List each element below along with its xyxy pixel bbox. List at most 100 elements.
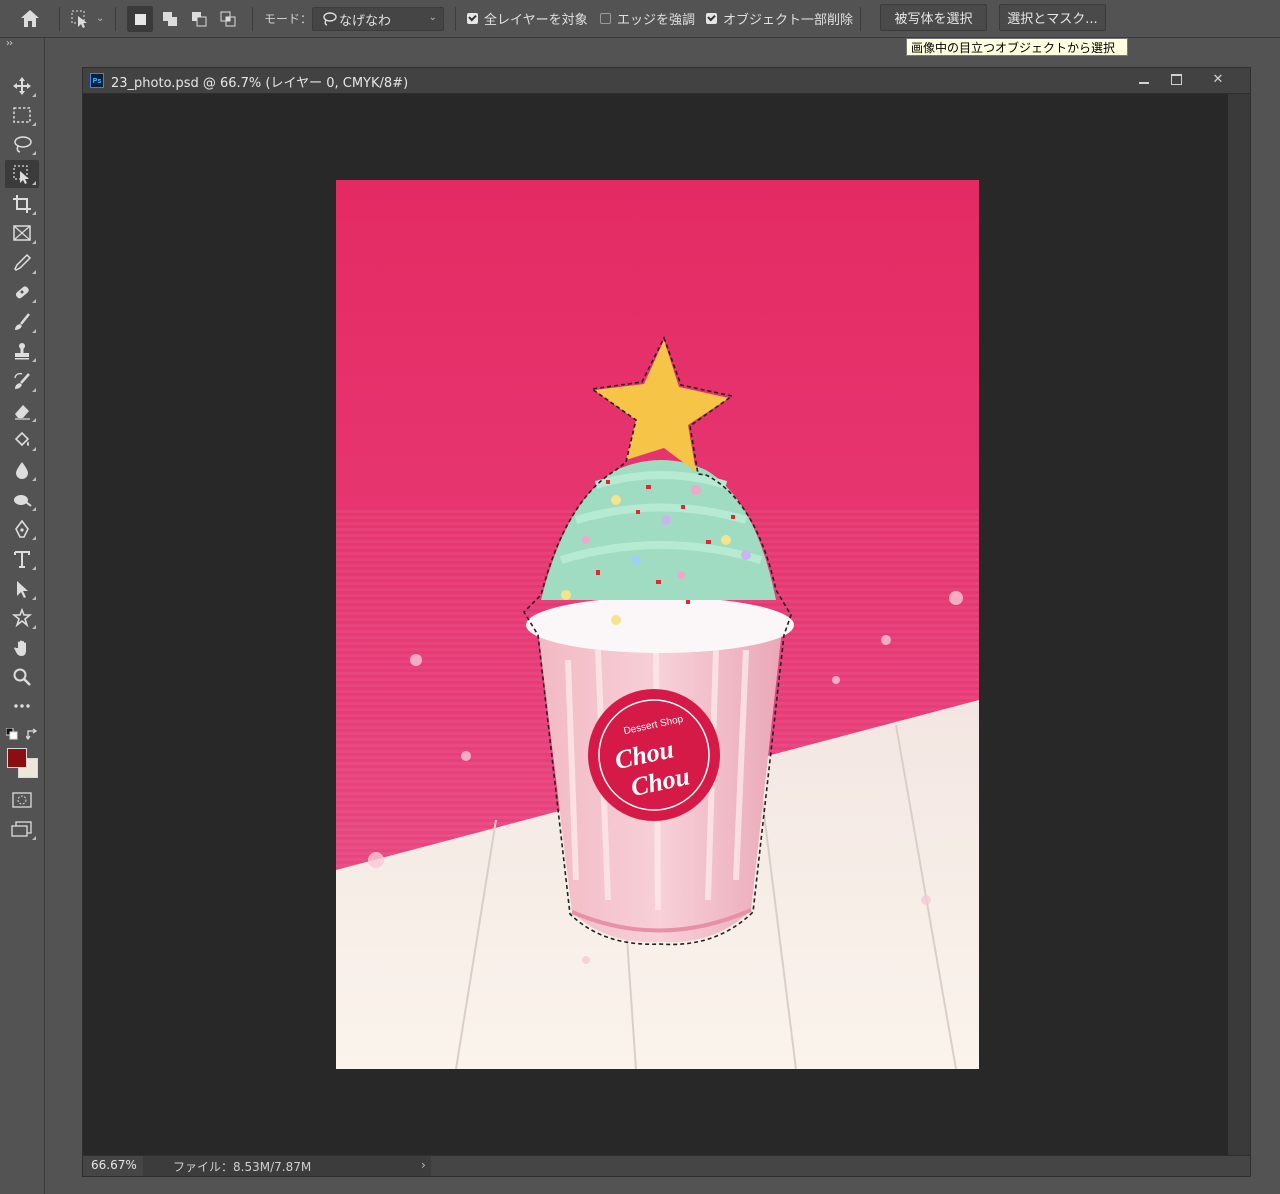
tool-stamp[interactable]: [5, 337, 39, 365]
intersect-selection-icon: [220, 11, 236, 27]
tool-dodge[interactable]: [5, 486, 39, 514]
move-icon: [13, 77, 31, 95]
foreground-color-swatch[interactable]: [7, 748, 27, 768]
tool-pen[interactable]: [5, 515, 39, 543]
path-selection-icon: [17, 581, 28, 598]
chou-chou-logo: Dessert Shop Chou Chou: [588, 689, 720, 821]
enhance-edge-checkbox[interactable]: エッジを強調: [600, 0, 695, 37]
document-title: 23_photo.psd @ 66.7% (レイヤー 0, CMYK/8#): [111, 76, 409, 91]
status-bar: 66.67% ファイル：8.53M/7.87M ›: [83, 1155, 1250, 1176]
checkbox-checked-icon: [467, 13, 478, 24]
zoom-icon: [13, 668, 31, 686]
chevron-down-icon: ⌄: [96, 13, 105, 24]
swap-colors-button[interactable]: [24, 726, 40, 742]
collapse-panel-icon[interactable]: ››: [6, 38, 13, 49]
lasso-icon: [323, 12, 337, 26]
vertical-scrollbar[interactable]: [1228, 94, 1250, 1158]
new-selection-button[interactable]: [127, 6, 153, 32]
object-subtract-label: オブジェクト一部削除: [723, 13, 854, 28]
photo-canvas[interactable]: Dessert Shop Chou Chou: [336, 180, 979, 1069]
tool-frame[interactable]: [5, 219, 39, 247]
maximize-icon: [1170, 73, 1182, 85]
all-layers-label: 全レイヤーを対象: [484, 13, 588, 28]
frame-icon: [13, 225, 31, 241]
healing-brush-icon: [15, 286, 29, 299]
tool-object-selection[interactable]: [5, 160, 39, 188]
tool-type[interactable]: [5, 545, 39, 573]
object-subtract-checkbox[interactable]: オブジェクト一部削除: [706, 0, 853, 37]
history-brush-icon: [14, 372, 30, 389]
zoom-level[interactable]: 66.67%: [91, 1158, 137, 1172]
photoshop-file-icon: Ps: [90, 73, 104, 88]
checkbox-unchecked-icon: [600, 13, 611, 24]
tool-history-brush[interactable]: [5, 367, 39, 395]
tool-path-selection[interactable]: [5, 575, 39, 603]
crop-icon: [13, 195, 31, 213]
options-bar: ⌄ モード： なげなわ ⌄ 全レイヤーを対象 エッジを強調 オブジェクト一部削除…: [0, 0, 1280, 38]
chevron-down-icon: ⌄: [428, 12, 437, 23]
add-selection-button[interactable]: [157, 6, 183, 32]
shape-icon: [12, 608, 32, 628]
stamp-icon: [15, 343, 29, 360]
enhance-edge-label: エッジを強調: [617, 13, 696, 28]
close-button[interactable]: ✕: [1201, 68, 1235, 90]
tool-lasso[interactable]: [5, 130, 39, 158]
new-selection-icon: [134, 13, 146, 25]
more-tools-icon: [14, 704, 30, 708]
tool-preset-picker[interactable]: ⌄: [70, 0, 104, 37]
eyedropper-icon: [14, 253, 32, 271]
type-icon: [14, 551, 30, 568]
checkbox-checked-icon: [706, 13, 717, 24]
tool-marquee[interactable]: [5, 101, 39, 129]
subtract-selection-button[interactable]: [186, 6, 212, 32]
select-and-mask-button[interactable]: 選択とマスク...: [999, 4, 1106, 31]
tool-more-tools[interactable]: [5, 692, 39, 720]
tool-hand[interactable]: [5, 634, 39, 662]
tool-zoom[interactable]: [5, 663, 39, 691]
brush-icon: [15, 313, 30, 330]
tool-healing-brush[interactable]: [5, 278, 39, 306]
close-icon: ✕: [1212, 71, 1224, 87]
pen-icon: [15, 519, 29, 538]
subtract-selection-icon: [192, 12, 207, 27]
tool-move[interactable]: [5, 72, 39, 100]
tool-eraser[interactable]: [5, 397, 39, 425]
screen-mode-icon: [11, 821, 32, 837]
screen-mode-button[interactable]: [5, 815, 39, 843]
home-button[interactable]: [18, 0, 42, 37]
add-selection-icon: [163, 12, 177, 26]
mode-select[interactable]: なげなわ ⌄: [312, 7, 444, 31]
home-icon: [21, 9, 39, 27]
chevron-right-icon[interactable]: ›: [421, 1158, 426, 1172]
quick-mask-icon: [12, 792, 32, 808]
intersect-selection-button[interactable]: [215, 6, 241, 32]
tool-eyedropper[interactable]: [5, 249, 39, 277]
object-selection-icon: [13, 165, 29, 184]
tool-shape[interactable]: [5, 604, 39, 632]
object-selection-icon: [71, 10, 87, 28]
minimize-icon: [1139, 82, 1149, 84]
tool-paint-bucket[interactable]: [5, 426, 39, 454]
all-layers-checkbox[interactable]: 全レイヤーを対象: [467, 0, 588, 37]
hand-icon: [14, 640, 26, 656]
maximize-button[interactable]: [1159, 68, 1193, 90]
minimize-button[interactable]: [1127, 68, 1161, 90]
mode-select-value: なげなわ: [339, 13, 392, 29]
quick-mask-button[interactable]: [5, 786, 39, 814]
tool-brush[interactable]: [5, 308, 39, 336]
lasso-icon: [14, 136, 32, 153]
eraser-icon: [15, 405, 30, 420]
file-info: ファイル：8.53M/7.87M: [143, 1156, 431, 1176]
blur-icon: [16, 462, 28, 479]
tooltip: 画像中の目立つオブジェクトから選択: [906, 38, 1128, 56]
tool-crop[interactable]: [5, 190, 39, 218]
document-tab[interactable]: Ps 23_photo.psd @ 66.7% (レイヤー 0, CMYK/8#…: [83, 68, 1250, 94]
paint-bucket-icon: [14, 431, 30, 447]
swap-colors-icon: [26, 728, 38, 740]
select-subject-button[interactable]: 被写体を選択: [880, 4, 987, 31]
tool-blur[interactable]: [5, 456, 39, 484]
default-colors-button[interactable]: [3, 726, 21, 742]
dodge-icon: [14, 495, 32, 507]
marquee-icon: [13, 107, 31, 123]
default-colors-icon: [6, 728, 18, 740]
